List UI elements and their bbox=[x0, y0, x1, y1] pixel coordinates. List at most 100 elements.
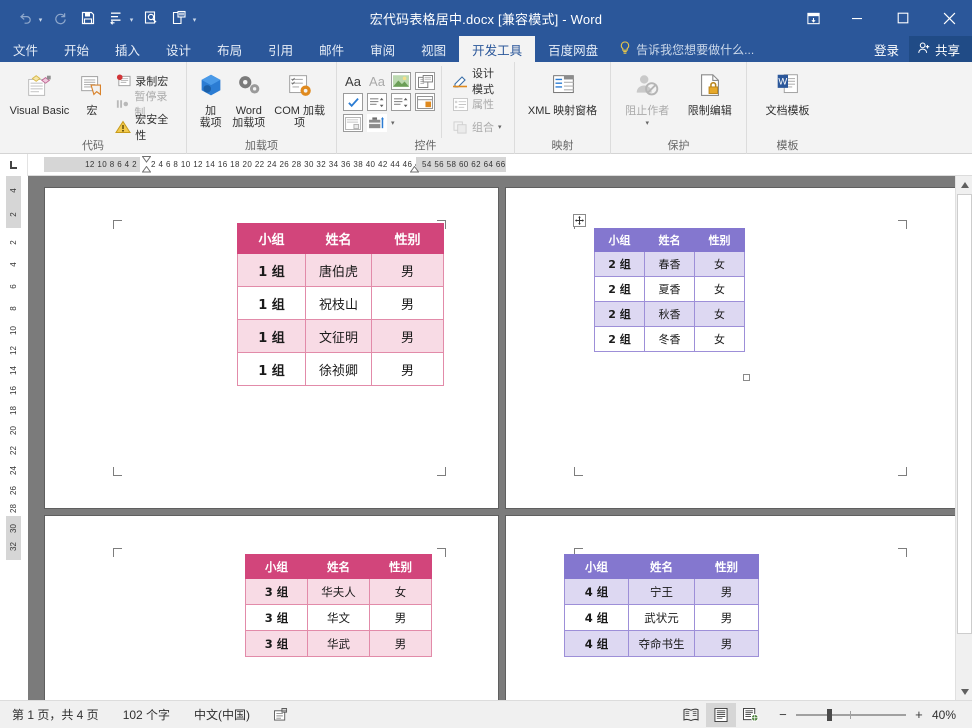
table-cell-name[interactable]: 徐祯卿 bbox=[305, 352, 372, 386]
table-cell-gender[interactable]: 女 bbox=[694, 251, 745, 277]
table-cell-group[interactable]: 1 组 bbox=[237, 286, 306, 320]
table-row[interactable]: 1 组文征明男 bbox=[237, 319, 444, 353]
table-cell-group[interactable]: 4 组 bbox=[564, 578, 629, 605]
table-cell-gender[interactable]: 女 bbox=[694, 276, 745, 302]
table-group-3[interactable]: 小组 姓名 性别 3 组华夫人女 3 组华文男 3 组华武男 bbox=[245, 554, 432, 657]
table-resize-handle-icon[interactable] bbox=[743, 374, 750, 381]
table-cell-name[interactable]: 秋香 bbox=[644, 301, 695, 327]
paragraph-dropdown-caret-icon[interactable]: ▾ bbox=[127, 5, 136, 31]
dropdown-list-content-control-icon[interactable] bbox=[391, 93, 411, 111]
right-indent-marker[interactable] bbox=[410, 166, 419, 173]
table-cell-gender[interactable]: 男 bbox=[371, 352, 444, 386]
first-line-indent-marker[interactable] bbox=[142, 156, 151, 163]
word-count[interactable]: 102 个字 bbox=[111, 706, 182, 723]
table-cell-gender[interactable]: 男 bbox=[371, 253, 444, 287]
redo-icon[interactable] bbox=[47, 5, 73, 31]
tab-review[interactable]: 审阅 bbox=[357, 36, 408, 62]
table-cell-name[interactable]: 武状元 bbox=[628, 604, 695, 631]
vertical-scrollbar[interactable] bbox=[955, 176, 972, 700]
table-cell-group[interactable]: 3 组 bbox=[245, 578, 308, 605]
combo-box-content-control-icon[interactable] bbox=[367, 93, 387, 111]
zoom-slider[interactable] bbox=[795, 708, 906, 721]
legacy-tools-caret-icon[interactable]: ▾ bbox=[391, 119, 395, 127]
table-row[interactable]: 2 组秋香女 bbox=[594, 301, 745, 327]
document-canvas[interactable]: 小组 姓名 性别 1 组唐伯虎男 1 组祝枝山男 1 组文征明男 1 组徐祯卿男 小组 姓名性… bbox=[28, 176, 972, 700]
left-tab-stop-icon[interactable] bbox=[0, 154, 28, 176]
table-row[interactable]: 1 组祝枝山男 bbox=[237, 286, 444, 320]
language-indicator[interactable]: 中文(中国) bbox=[182, 706, 262, 723]
undo-dropdown-caret-icon[interactable]: ▾ bbox=[36, 5, 45, 31]
print-layout-view-button[interactable] bbox=[705, 702, 736, 727]
word-addins-button[interactable]: Word 加载项 bbox=[228, 66, 269, 129]
table-cell-name[interactable]: 夏香 bbox=[644, 276, 695, 302]
restrict-editing-button[interactable]: 限制编辑 bbox=[680, 66, 741, 117]
table-cell-gender[interactable]: 女 bbox=[694, 301, 745, 327]
com-addins-button[interactable]: COM 加载项 bbox=[269, 66, 330, 129]
table-cell-name[interactable]: 夺命书生 bbox=[628, 630, 695, 657]
table-row[interactable]: 4 组夺命书生男 bbox=[564, 630, 759, 657]
table-row[interactable]: 2 组夏香女 bbox=[594, 276, 745, 302]
tab-references[interactable]: 引用 bbox=[255, 36, 306, 62]
table-cell-group[interactable]: 3 组 bbox=[245, 604, 308, 631]
minimize-button[interactable] bbox=[834, 0, 880, 36]
document-template-button[interactable]: W 文档模板 bbox=[754, 66, 822, 117]
table-cell-gender[interactable]: 男 bbox=[694, 604, 759, 631]
table-cell-gender[interactable]: 女 bbox=[369, 578, 432, 605]
table-cell-group[interactable]: 2 组 bbox=[594, 326, 645, 352]
table-cell-group[interactable]: 2 组 bbox=[594, 301, 645, 327]
tell-me-search[interactable]: 告诉我您想要做什么... bbox=[619, 36, 754, 62]
table-cell-name[interactable]: 华文 bbox=[307, 604, 370, 631]
table-cell-name[interactable]: 唐伯虎 bbox=[305, 253, 372, 287]
table-cell-gender[interactable]: 男 bbox=[371, 286, 444, 320]
tab-baidu-netdisk[interactable]: 百度网盘 bbox=[535, 36, 611, 62]
tab-file[interactable]: 文件 bbox=[0, 36, 51, 62]
design-mode-button[interactable]: 设计模式 bbox=[448, 68, 508, 96]
maximize-button[interactable] bbox=[880, 0, 926, 36]
page-1[interactable]: 小组 姓名 性别 1 组唐伯虎男 1 组祝枝山男 1 组文征明男 1 组徐祯卿男 bbox=[45, 188, 498, 508]
table-row[interactable]: 4 组武状元男 bbox=[564, 604, 759, 631]
table-cell-gender[interactable]: 男 bbox=[694, 630, 759, 657]
page-2[interactable]: 小组 姓名 性别 2 组春香女 2 组夏香女 2 组秋香女 2 组冬香女 bbox=[506, 188, 959, 508]
print-preview-icon[interactable] bbox=[138, 5, 164, 31]
table-row[interactable]: 3 组华文男 bbox=[245, 604, 432, 631]
ribbon-display-options-button[interactable] bbox=[792, 0, 834, 36]
checkbox-content-control-icon[interactable] bbox=[343, 93, 363, 111]
table-row[interactable]: 2 组冬香女 bbox=[594, 326, 745, 352]
customize-qat-caret-icon[interactable]: ▾ bbox=[190, 5, 199, 31]
zoom-in-button[interactable]: + bbox=[912, 707, 926, 722]
close-button[interactable] bbox=[926, 0, 972, 36]
table-cell-name[interactable]: 祝枝山 bbox=[305, 286, 372, 320]
building-block-gallery-icon[interactable] bbox=[415, 72, 435, 90]
scroll-up-arrow-icon[interactable] bbox=[956, 176, 972, 193]
macro-button[interactable]: 宏 bbox=[75, 66, 109, 117]
tab-design[interactable]: 设计 bbox=[153, 36, 204, 62]
scroll-down-arrow-icon[interactable] bbox=[956, 683, 972, 700]
page-info[interactable]: 第 1 页，共 4 页 bbox=[0, 706, 111, 723]
table-row[interactable]: 1 组唐伯虎男 bbox=[237, 253, 444, 287]
table-cell-group[interactable]: 1 组 bbox=[237, 253, 306, 287]
tab-mailings[interactable]: 邮件 bbox=[306, 36, 357, 62]
table-row[interactable]: 3 组华武男 bbox=[245, 630, 432, 657]
table-group-4[interactable]: 小组 姓名 性别 4 组宁王男 4 组武状元男 4 组夺命书生男 bbox=[564, 554, 759, 657]
table-cell-name[interactable]: 华武 bbox=[307, 630, 370, 657]
page-4[interactable]: 小组 姓名 性别 4 组宁王男 4 组武状元男 4 组夺命书生男 bbox=[506, 516, 959, 700]
read-mode-view-button[interactable] bbox=[676, 703, 706, 727]
table-cell-gender[interactable]: 女 bbox=[694, 326, 745, 352]
sign-in-button[interactable]: 登录 bbox=[864, 40, 909, 59]
date-picker-content-control-icon[interactable] bbox=[415, 93, 435, 111]
table-cell-group[interactable]: 1 组 bbox=[237, 352, 306, 386]
table-cell-name[interactable]: 文征明 bbox=[305, 319, 372, 353]
table-cell-gender[interactable]: 男 bbox=[371, 319, 444, 353]
table-row[interactable]: 4 组宁王男 bbox=[564, 578, 759, 605]
save-icon[interactable] bbox=[75, 5, 101, 31]
horizontal-ruler[interactable]: 12 10 8 6 4 2 2 4 6 8 10 12 14 16 18 20 … bbox=[28, 154, 972, 175]
store-addins-button[interactable]: 加载项 bbox=[193, 66, 228, 129]
table-cell-group[interactable]: 2 组 bbox=[594, 276, 645, 302]
vertical-scroll-thumb[interactable] bbox=[957, 194, 972, 634]
table-cell-group[interactable]: 1 组 bbox=[237, 319, 306, 353]
tab-developer[interactable]: 开发工具 bbox=[459, 36, 536, 62]
tab-view[interactable]: 视图 bbox=[408, 36, 459, 62]
table-cell-group[interactable]: 4 组 bbox=[564, 604, 629, 631]
table-row[interactable]: 1 组徐祯卿男 bbox=[237, 352, 444, 386]
web-layout-view-button[interactable] bbox=[736, 703, 766, 727]
